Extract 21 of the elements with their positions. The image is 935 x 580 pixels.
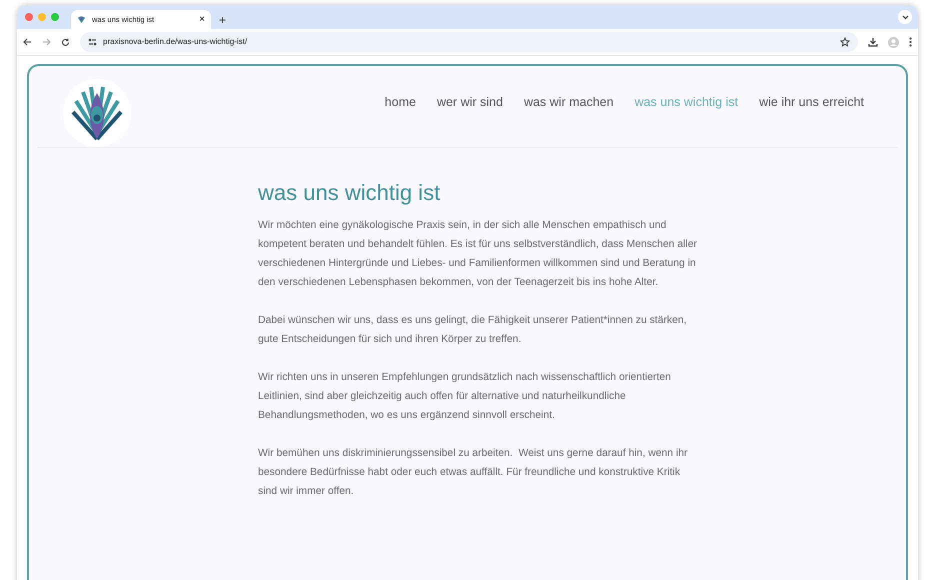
body-paragraph: Wir richten uns in unseren Empfehlungen grundsätzlich nach wissenschaftlich orientierten Leitlinien, sind aber gleichzeitig auch offen für alternative und naturheilkundliche Behandlungsmethoden, wo es uns ergänzend sinnvoll erscheint. bbox=[258, 371, 672, 424]
body-paragraph: Dabei wünschen wir uns, dass es uns gelingt, die Fähigkeit unserer Patient*innen zu stärken, gute Entscheidungen für sich und ihren Körper zu treffen. bbox=[258, 314, 688, 348]
body-paragraph: Wir bemühen uns diskriminierungssensibel zu arbeiten. Weist uns gerne darauf hin, wenn ihr besondere Bedürfnisse habt oder euch etwas auffällt. Für freundliche und konstruktive Kritik sind wir immer offen. bbox=[258, 447, 689, 500]
new-tab-button[interactable]: + bbox=[219, 14, 226, 26]
nav-link[interactable]: wie ihr uns erreicht bbox=[759, 93, 864, 112]
close-tab-button[interactable]: × bbox=[199, 14, 205, 24]
nav-link[interactable]: home bbox=[384, 93, 416, 112]
more-menu-icon[interactable] bbox=[909, 37, 912, 47]
nav-link[interactable]: was wir machen bbox=[524, 93, 614, 112]
download-icon[interactable] bbox=[868, 37, 878, 47]
url-text: praxisnova-berlin.de/was-uns-wichtig-ist/ bbox=[103, 36, 248, 48]
chevron-down-icon[interactable] bbox=[898, 10, 912, 24]
site-settings-icon[interactable] bbox=[88, 38, 97, 46]
body-paragraph: Wir möchten eine gynäkologische Praxis sein, in der sich alle Menschen empathisch und kompetent beraten und behandelt fühlen. Es ist für uns selbstverständlich, dass Menschen aller verschiedenen Hintergründe und Liebes- und Familienformen willkommen sind und Beratung in den verschiedenen Lebensphasen bekommen, von der Teenagerzeit bis ins hohe Alter. bbox=[258, 219, 698, 290]
feather-icon bbox=[77, 15, 86, 24]
page-heading: was uns wichtig ist bbox=[258, 180, 442, 206]
address-bar[interactable]: praxisnova-berlin.de/was-uns-wichtig-ist/ bbox=[80, 32, 858, 52]
back-arrow-icon[interactable] bbox=[23, 38, 32, 46]
nav-link[interactable]: wer wir sind bbox=[436, 93, 503, 112]
star-icon[interactable] bbox=[840, 37, 850, 47]
reload-icon[interactable] bbox=[61, 38, 70, 46]
